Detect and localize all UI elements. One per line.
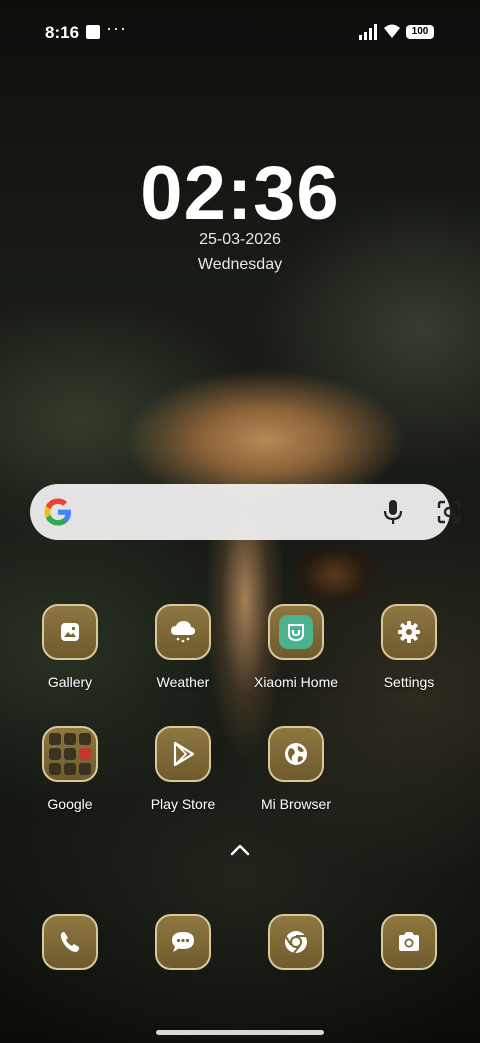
google-logo-icon <box>44 498 71 526</box>
notification-square-icon <box>86 25 100 39</box>
more-dots-icon: ··· <box>106 18 127 38</box>
clock-widget-time[interactable]: 02:36 <box>0 150 480 237</box>
signal-icon <box>359 24 377 40</box>
app-gallery[interactable]: Gallery <box>15 604 125 690</box>
clock-widget-date: 25-03-2026 <box>199 231 281 248</box>
wifi-icon <box>384 24 400 38</box>
chrome-icon <box>268 914 324 970</box>
play-store-icon <box>155 726 211 782</box>
dock-messages[interactable] <box>128 914 238 970</box>
clock-widget-day: Wednesday <box>197 256 283 273</box>
weather-cloud-icon <box>155 604 211 660</box>
dock-chrome[interactable] <box>241 914 351 970</box>
battery-icon: 100 <box>406 25 434 39</box>
app-label: Gallery <box>47 674 93 690</box>
lens-camera-icon[interactable] <box>436 499 462 525</box>
app-label: Weather <box>156 674 210 690</box>
app-label: Xiaomi Home <box>253 674 339 690</box>
status-time: 8:16 <box>45 23 80 42</box>
app-play-store[interactable]: Play Store <box>128 726 238 812</box>
messages-icon <box>155 914 211 970</box>
dock-phone[interactable] <box>15 914 125 970</box>
status-bar: 8:16 ··· 100 <box>0 0 480 64</box>
app-mi-browser[interactable]: Mi Browser <box>241 726 351 812</box>
dock-camera[interactable] <box>354 914 464 970</box>
chevron-up-icon[interactable] <box>228 842 252 858</box>
phone-icon <box>42 914 98 970</box>
folder-icon <box>42 726 98 782</box>
app-xiaomi-home[interactable]: Xiaomi Home <box>241 604 351 690</box>
app-settings[interactable]: Settings <box>354 604 464 690</box>
gallery-icon <box>42 604 98 660</box>
app-weather[interactable]: Weather <box>128 604 238 690</box>
google-search-bar[interactable] <box>30 484 461 540</box>
gesture-home-bar[interactable] <box>156 1030 324 1035</box>
xiaomi-home-icon <box>268 604 324 660</box>
app-label: Settings <box>383 674 435 690</box>
app-label: Play Store <box>150 796 216 812</box>
camera-icon <box>381 914 437 970</box>
app-label: Mi Browser <box>260 796 331 812</box>
app-label: Google <box>47 796 93 812</box>
microphone-icon[interactable] <box>382 498 404 526</box>
globe-icon <box>268 726 324 782</box>
folder-google[interactable]: Google <box>15 726 125 812</box>
gear-icon <box>381 604 437 660</box>
